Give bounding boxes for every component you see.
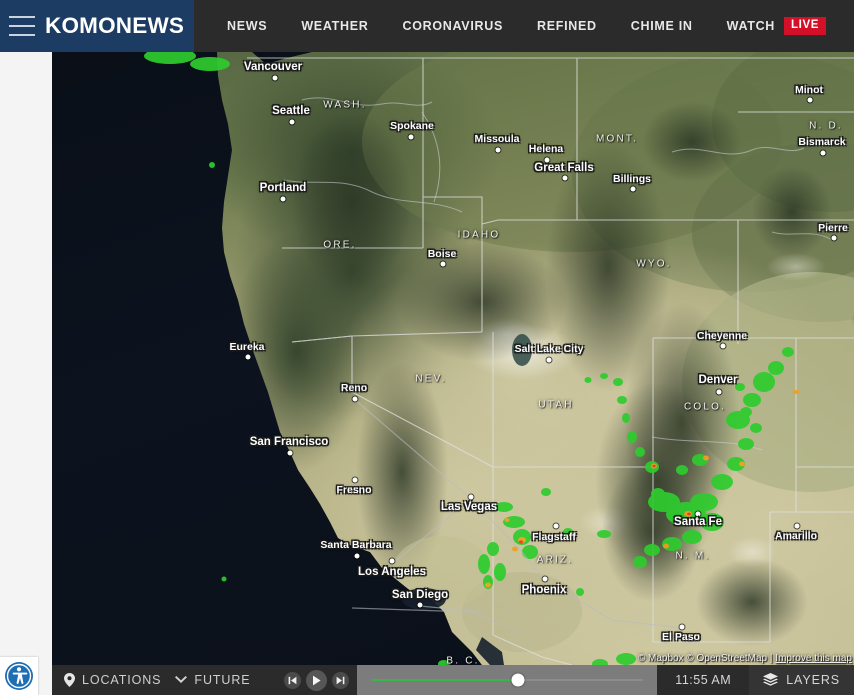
layers-label: LAYERS bbox=[786, 673, 840, 687]
skip-forward-icon bbox=[336, 676, 344, 684]
attribution-separator: | bbox=[769, 653, 773, 664]
city-marker bbox=[820, 150, 826, 156]
city-marker bbox=[807, 97, 813, 103]
city-marker bbox=[280, 196, 286, 202]
chevron-down-icon bbox=[175, 676, 188, 683]
playback-controls bbox=[274, 665, 357, 695]
city-marker bbox=[630, 186, 636, 192]
site-header: KOMONEWS NEWS WEATHER CORONAVIRUS REFINE… bbox=[0, 0, 854, 52]
timeline-knob[interactable] bbox=[511, 673, 525, 687]
brand-panel: KOMONEWS bbox=[0, 0, 194, 52]
layers-button[interactable]: LAYERS bbox=[749, 665, 854, 695]
city-marker bbox=[831, 235, 837, 241]
map-control-bar: LOCATIONS FUTURE 11:55 AM LAYERS bbox=[52, 665, 854, 695]
nav-item-news[interactable]: NEWS bbox=[210, 0, 284, 52]
timeline-progress bbox=[370, 679, 518, 681]
city-marker bbox=[695, 511, 701, 517]
locations-label: LOCATIONS bbox=[82, 673, 162, 687]
timeline-slider[interactable] bbox=[356, 665, 658, 695]
hamburger-icon[interactable] bbox=[9, 16, 35, 36]
control-bar-left: LOCATIONS FUTURE bbox=[52, 665, 275, 695]
future-label: FUTURE bbox=[194, 673, 251, 687]
accessibility-icon bbox=[5, 662, 33, 690]
city-marker bbox=[716, 389, 722, 395]
city-marker bbox=[440, 261, 446, 267]
city-marker bbox=[389, 558, 395, 564]
terrain-layer bbox=[144, 52, 854, 665]
city-marker bbox=[546, 357, 552, 363]
nav-item-coronavirus[interactable]: CORONAVIRUS bbox=[385, 0, 520, 52]
city-marker bbox=[794, 523, 800, 529]
city-marker bbox=[352, 396, 358, 402]
nav-item-refined[interactable]: REFINED bbox=[520, 0, 614, 52]
city-marker bbox=[468, 494, 474, 500]
accessibility-widget-button[interactable] bbox=[0, 657, 38, 695]
city-marker bbox=[495, 147, 501, 153]
future-button[interactable]: FUTURE bbox=[173, 673, 262, 687]
left-gutter bbox=[0, 52, 52, 695]
map-pin-icon bbox=[64, 673, 75, 687]
attribution-improve-link[interactable]: Improve this map bbox=[775, 653, 852, 664]
attribution-mapbox[interactable]: © Mapbox bbox=[638, 653, 684, 664]
city-marker bbox=[245, 354, 251, 360]
skip-back-icon bbox=[288, 676, 296, 684]
city-marker bbox=[542, 576, 548, 582]
nav-item-weather[interactable]: WEATHER bbox=[284, 0, 385, 52]
city-marker bbox=[272, 75, 278, 81]
city-marker bbox=[287, 450, 293, 456]
locations-button[interactable]: LOCATIONS bbox=[62, 673, 173, 687]
timeline-time: 11:55 AM bbox=[657, 665, 750, 695]
great-salt-lake bbox=[512, 334, 532, 366]
radar-map[interactable]: Vancouver Seattle Spokane Portland Missoula G… bbox=[52, 52, 854, 665]
city-marker bbox=[289, 119, 295, 125]
main-nav: NEWS WEATHER CORONAVIRUS REFINED CHIME I… bbox=[194, 0, 854, 52]
layers-icon bbox=[763, 673, 779, 686]
city-marker bbox=[720, 343, 726, 349]
city-marker bbox=[562, 175, 568, 181]
nav-item-chime-in[interactable]: CHIME IN bbox=[614, 0, 710, 52]
city-marker bbox=[679, 624, 685, 630]
radar-page: KOMONEWS NEWS WEATHER CORONAVIRUS REFINE… bbox=[0, 0, 854, 695]
city-marker bbox=[352, 477, 358, 483]
map-attribution: © Mapbox © OpenStreetMap | Improve this … bbox=[638, 653, 852, 664]
live-badge: LIVE bbox=[784, 17, 827, 35]
nav-item-watch[interactable]: WATCH LIVE bbox=[710, 0, 836, 52]
site-logo[interactable]: KOMONEWS bbox=[45, 13, 184, 39]
city-marker bbox=[553, 523, 559, 529]
play-icon bbox=[312, 675, 321, 685]
map-canvas: Vancouver Seattle Spokane Portland Missoula G… bbox=[52, 52, 854, 665]
skip-forward-button[interactable] bbox=[331, 671, 349, 689]
skip-back-button[interactable] bbox=[283, 671, 301, 689]
timeline-track[interactable] bbox=[370, 673, 644, 687]
city-marker bbox=[408, 134, 414, 140]
attribution-osm[interactable]: © OpenStreetMap bbox=[686, 653, 767, 664]
city-marker bbox=[544, 157, 550, 163]
nav-item-watch-label: WATCH bbox=[726, 19, 776, 33]
play-button[interactable] bbox=[305, 669, 327, 691]
city-marker bbox=[417, 602, 423, 608]
city-marker bbox=[354, 553, 360, 559]
